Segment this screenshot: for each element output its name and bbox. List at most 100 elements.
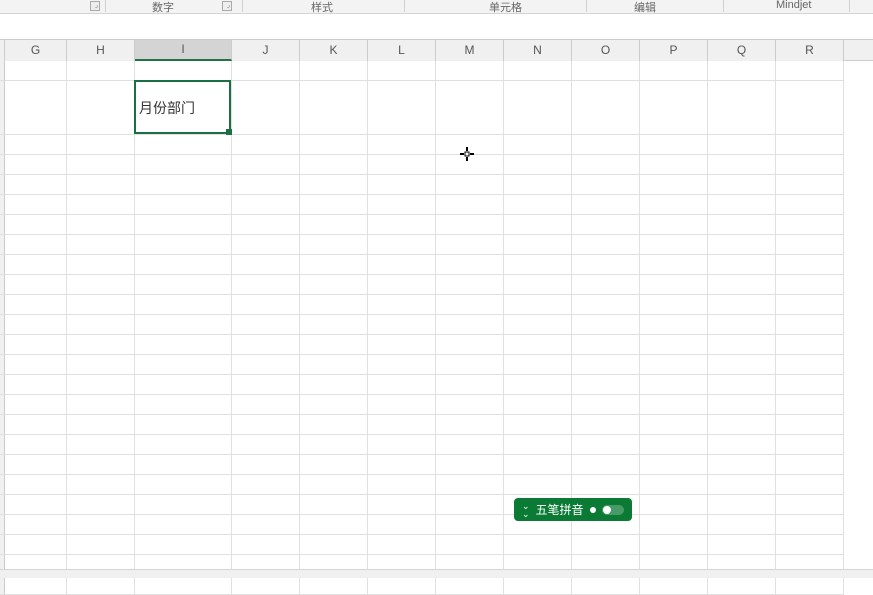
- cell[interactable]: [504, 175, 572, 195]
- cell[interactable]: [708, 355, 776, 375]
- cell[interactable]: [572, 355, 640, 375]
- cell[interactable]: [436, 235, 504, 255]
- cell[interactable]: [67, 61, 135, 81]
- cell[interactable]: [67, 175, 135, 195]
- cell[interactable]: [572, 575, 640, 595]
- cell[interactable]: [5, 455, 67, 475]
- cell[interactable]: [640, 255, 708, 275]
- cell[interactable]: [572, 195, 640, 215]
- cell-grid[interactable]: 月份部门: [0, 61, 873, 595]
- column-header[interactable]: L: [368, 40, 436, 61]
- cell[interactable]: [640, 155, 708, 175]
- cell[interactable]: [640, 355, 708, 375]
- cell[interactable]: [232, 275, 300, 295]
- cell[interactable]: [135, 215, 232, 235]
- cell[interactable]: [776, 295, 844, 315]
- cell[interactable]: [708, 215, 776, 235]
- cell[interactable]: [67, 515, 135, 535]
- cell[interactable]: [232, 455, 300, 475]
- column-header[interactable]: N: [504, 40, 572, 61]
- cell[interactable]: [368, 61, 436, 81]
- cell[interactable]: [640, 475, 708, 495]
- cell[interactable]: [504, 435, 572, 455]
- cell[interactable]: [368, 295, 436, 315]
- cell[interactable]: [5, 535, 67, 555]
- cell[interactable]: [708, 575, 776, 595]
- cell[interactable]: [776, 575, 844, 595]
- cell[interactable]: [640, 455, 708, 475]
- cell[interactable]: [572, 255, 640, 275]
- cell[interactable]: [640, 215, 708, 235]
- cell[interactable]: [708, 475, 776, 495]
- cell[interactable]: [572, 175, 640, 195]
- cell[interactable]: [640, 515, 708, 535]
- cell[interactable]: [5, 61, 67, 81]
- cell[interactable]: [232, 495, 300, 515]
- cell[interactable]: [640, 61, 708, 81]
- cell[interactable]: [135, 195, 232, 215]
- cell[interactable]: [436, 435, 504, 455]
- cell[interactable]: [572, 375, 640, 395]
- cell[interactable]: [368, 155, 436, 175]
- cell[interactable]: [640, 395, 708, 415]
- cell[interactable]: [504, 255, 572, 275]
- column-header[interactable]: I: [135, 40, 232, 61]
- cell[interactable]: [232, 175, 300, 195]
- cell[interactable]: [708, 195, 776, 215]
- cell[interactable]: [5, 415, 67, 435]
- cell[interactable]: [135, 295, 232, 315]
- cell[interactable]: [436, 81, 504, 135]
- cell[interactable]: [5, 575, 67, 595]
- cell[interactable]: [300, 61, 368, 81]
- cell[interactable]: [436, 475, 504, 495]
- cell[interactable]: [708, 235, 776, 255]
- cell[interactable]: [640, 235, 708, 255]
- cell[interactable]: [5, 175, 67, 195]
- cell[interactable]: [300, 81, 368, 135]
- ime-toggle[interactable]: [602, 505, 624, 515]
- cell[interactable]: [300, 175, 368, 195]
- cell[interactable]: [436, 255, 504, 275]
- cell[interactable]: [708, 255, 776, 275]
- cell[interactable]: [504, 455, 572, 475]
- cell[interactable]: [300, 575, 368, 595]
- cell[interactable]: [436, 495, 504, 515]
- cell[interactable]: [572, 295, 640, 315]
- cell[interactable]: [436, 355, 504, 375]
- cell[interactable]: [504, 315, 572, 335]
- column-header[interactable]: P: [640, 40, 708, 61]
- column-header[interactable]: O: [572, 40, 640, 61]
- cell[interactable]: [67, 355, 135, 375]
- cell[interactable]: [368, 535, 436, 555]
- cell[interactable]: [300, 515, 368, 535]
- column-header[interactable]: Q: [708, 40, 776, 61]
- cell[interactable]: [232, 575, 300, 595]
- cell[interactable]: [67, 475, 135, 495]
- cell[interactable]: [5, 315, 67, 335]
- cell[interactable]: [640, 535, 708, 555]
- cell[interactable]: [232, 475, 300, 495]
- cell[interactable]: [300, 335, 368, 355]
- ribbon-group-label[interactable]: 单元格: [489, 0, 522, 15]
- cell[interactable]: [232, 195, 300, 215]
- cell[interactable]: [5, 275, 67, 295]
- cell[interactable]: [776, 155, 844, 175]
- cell[interactable]: [708, 435, 776, 455]
- cell[interactable]: [708, 81, 776, 135]
- cell[interactable]: [436, 61, 504, 81]
- cell[interactable]: [368, 315, 436, 335]
- cell[interactable]: [135, 515, 232, 535]
- cell[interactable]: [67, 575, 135, 595]
- column-header[interactable]: H: [67, 40, 135, 61]
- cell[interactable]: [776, 275, 844, 295]
- cell[interactable]: [436, 315, 504, 335]
- cell[interactable]: [436, 575, 504, 595]
- cell[interactable]: [135, 175, 232, 195]
- cell[interactable]: [776, 175, 844, 195]
- cell[interactable]: [504, 61, 572, 81]
- cell[interactable]: [436, 295, 504, 315]
- cell[interactable]: [368, 575, 436, 595]
- cell[interactable]: [572, 455, 640, 475]
- cell[interactable]: [776, 315, 844, 335]
- ribbon-group-label[interactable]: 编辑: [634, 0, 656, 15]
